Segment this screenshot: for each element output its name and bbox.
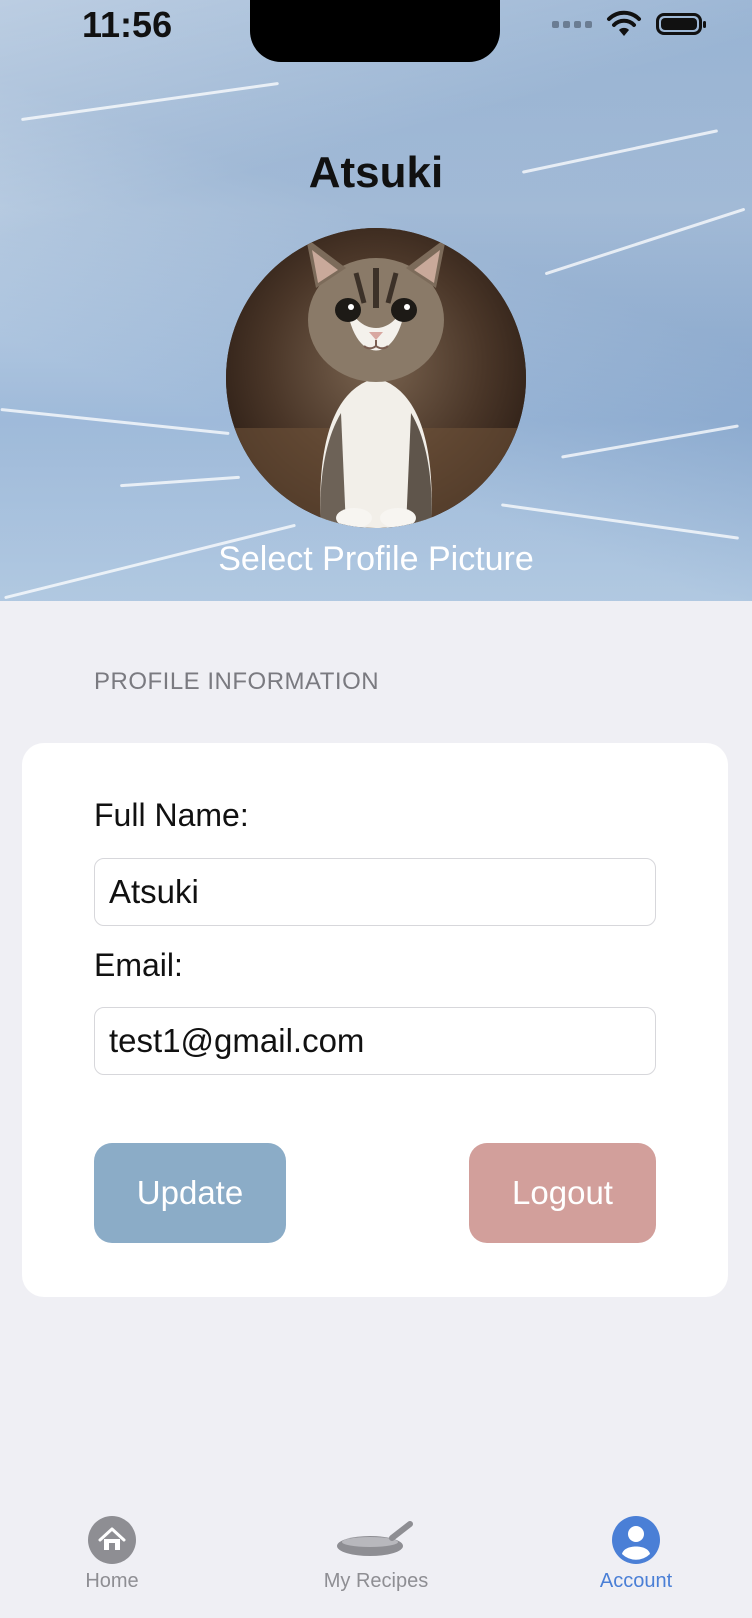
paint-stroke: [120, 475, 240, 488]
cat-photo-icon: [226, 228, 526, 528]
profile-header: 11:56 Atsuki Select Profile Picture: [0, 0, 752, 601]
email-field[interactable]: [94, 1007, 656, 1075]
dynamic-island: [250, 0, 500, 62]
paint-stroke: [561, 424, 739, 459]
logout-button[interactable]: Logout: [469, 1143, 656, 1243]
tab-home-label: Home: [85, 1570, 139, 1592]
full-name-field[interactable]: [94, 858, 656, 926]
paint-stroke: [0, 407, 230, 436]
battery-icon: [656, 13, 706, 35]
pan-icon: [336, 1516, 416, 1564]
update-button[interactable]: Update: [94, 1143, 286, 1243]
tab-home[interactable]: Home: [62, 1500, 162, 1593]
email-label: Email:: [94, 947, 183, 983]
avatar[interactable]: [226, 228, 526, 528]
full-name-label: Full Name:: [94, 797, 249, 833]
person-icon: [612, 1516, 660, 1564]
wifi-icon: [607, 10, 641, 36]
status-icons: [552, 10, 706, 38]
profile-name-title: Atsuki: [308, 148, 444, 197]
tab-account[interactable]: Account: [586, 1500, 686, 1593]
paint-stroke: [500, 503, 740, 540]
section-header: PROFILE INFORMATION: [94, 668, 380, 695]
paint-stroke: [21, 81, 279, 122]
house-icon: [88, 1516, 136, 1564]
status-time: 11:56: [82, 4, 173, 45]
cellular-signal-icon: [552, 20, 592, 28]
tab-bar: Home My Recipes Account: [0, 1500, 752, 1618]
select-profile-picture-button[interactable]: Select Profile Picture: [0, 540, 752, 579]
paint-stroke: [544, 207, 746, 276]
tab-account-label: Account: [599, 1570, 673, 1592]
tab-my-recipes[interactable]: My Recipes: [306, 1500, 446, 1593]
tab-my-recipes-label: My Recipes: [323, 1570, 429, 1592]
